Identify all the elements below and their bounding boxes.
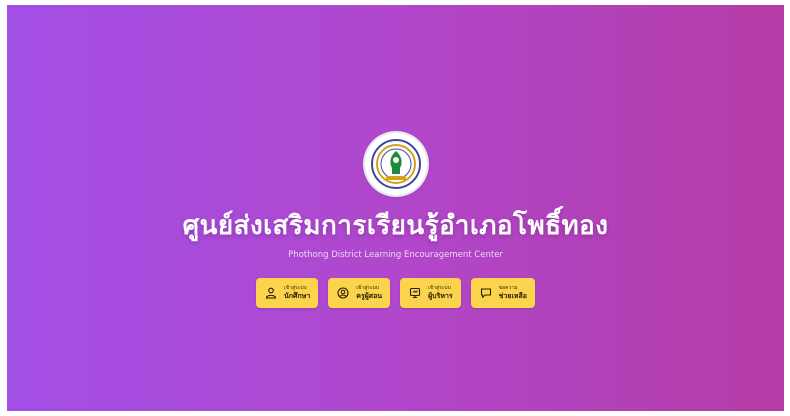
- teacher-icon: [336, 286, 350, 300]
- hero-section: ศูนย์ส่งเสริมการเรียนรู้อำเภอโพธิ์ทอง Ph…: [7, 133, 784, 308]
- admin-login-button[interactable]: เข้าสู่ระบบ ผู้บริหาร: [400, 278, 461, 308]
- student-login-button[interactable]: เข้าสู่ระบบ นักศึกษา: [256, 278, 319, 308]
- teacher-login-button[interactable]: เข้าสู่ระบบ ครูผู้สอน: [328, 278, 391, 308]
- help-button[interactable]: ขอความ ช่วยเหลือ: [470, 278, 535, 308]
- button-label: นักศึกษา: [284, 292, 311, 300]
- page-title: ศูนย์ส่งเสริมการเรียนรู้อำเภอโพธิ์ทอง: [182, 211, 609, 241]
- admin-icon: [408, 286, 422, 300]
- person-icon: [264, 286, 278, 300]
- organization-logo: [364, 133, 427, 195]
- button-caption: เข้าสู่ระบบ: [284, 285, 307, 291]
- help-chat-icon: [479, 286, 493, 300]
- button-label: ผู้บริหาร: [428, 292, 453, 300]
- login-buttons: เข้าสู่ระบบ นักศึกษา เข้าสู่ระบบ ครูผู้ส…: [256, 278, 535, 308]
- button-caption: เข้าสู่ระบบ: [428, 285, 451, 291]
- button-caption: เข้าสู่ระบบ: [356, 285, 379, 291]
- organization-seal-icon: [370, 139, 421, 189]
- landing-page: ศูนย์ส่งเสริมการเรียนรู้อำเภอโพธิ์ทอง Ph…: [7, 5, 784, 411]
- page-subtitle: Phothong District Learning Encouragement…: [288, 250, 503, 260]
- button-caption: ขอความ: [498, 285, 518, 291]
- button-label: ช่วยเหลือ: [498, 292, 527, 300]
- button-label: ครูผู้สอน: [356, 292, 383, 300]
